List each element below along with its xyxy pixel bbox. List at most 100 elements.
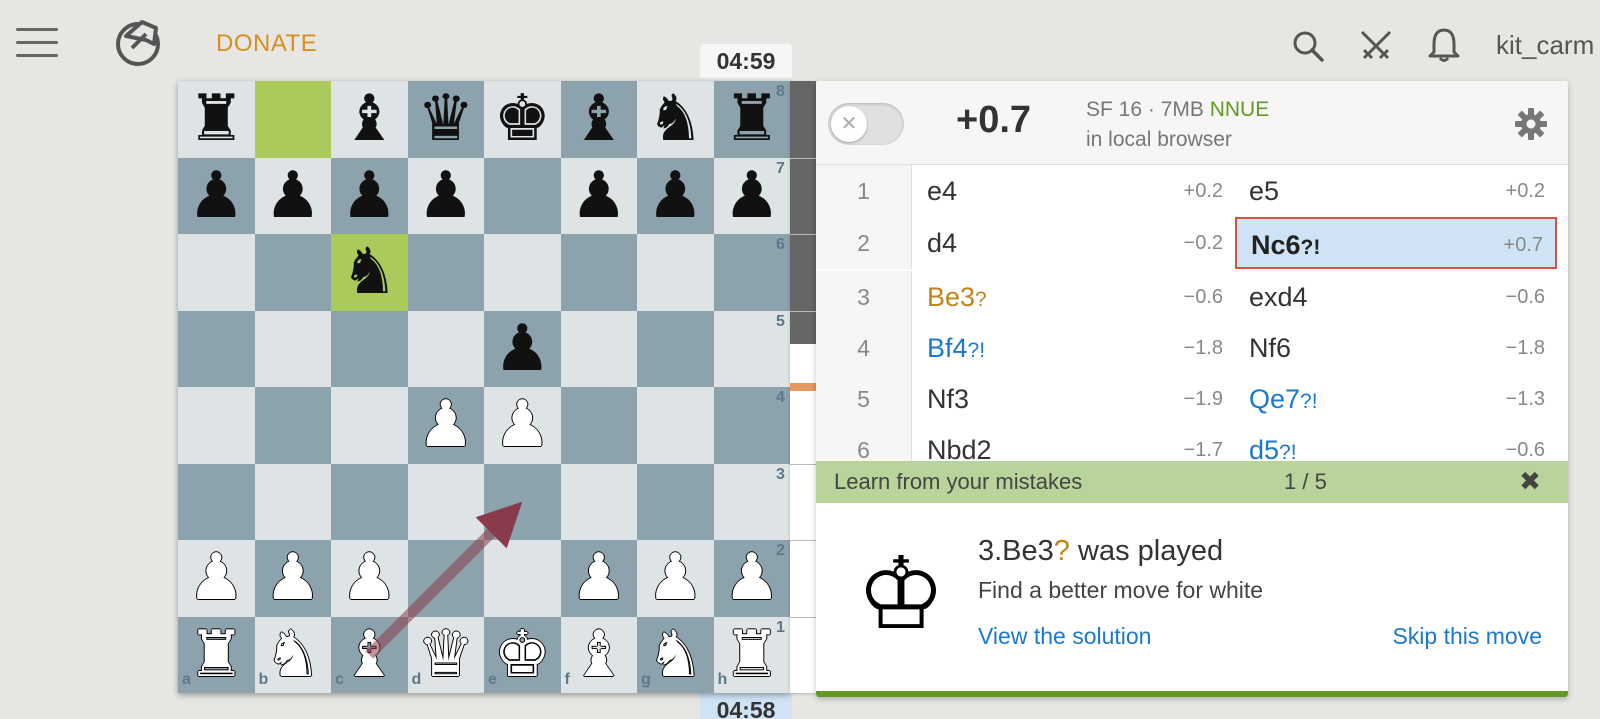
square-c4[interactable]	[331, 387, 408, 464]
view-solution-link[interactable]: View the solution	[978, 623, 1151, 650]
square-a5[interactable]	[178, 310, 255, 387]
square-b5[interactable]	[254, 310, 331, 387]
square-e2[interactable]	[484, 540, 561, 617]
black-move[interactable]: exd4 −0.6	[1235, 271, 1557, 323]
black-move[interactable]: e5 +0.2	[1235, 165, 1557, 217]
square-b4[interactable]	[254, 387, 331, 464]
square-b8[interactable]	[254, 81, 331, 158]
played-move-text: 3.Be3? was played	[978, 535, 1223, 568]
search-icon[interactable]	[1290, 28, 1326, 64]
white-pawn-icon[interactable]: ♟	[408, 387, 485, 464]
black-rook-icon[interactable]: ♜	[714, 81, 791, 158]
engine-nnue: NNUE	[1209, 98, 1270, 121]
rank-label: 3	[776, 465, 785, 483]
square-f3[interactable]	[560, 463, 637, 540]
white-pawn-icon[interactable]: ♟	[255, 540, 332, 617]
square-g4[interactable]	[637, 387, 714, 464]
learn-prompt: Find a better move for white	[978, 577, 1264, 603]
square-f5[interactable]	[560, 310, 637, 387]
bell-icon[interactable]	[1426, 26, 1462, 64]
move-row: 4 Bf4?! −1.8 Nf6 −1.8	[816, 322, 1568, 374]
square-e3[interactable]	[484, 463, 561, 540]
black-move[interactable]: Nc6?! +0.7	[1235, 217, 1557, 269]
engine-name: SF 16 · 7MB	[1086, 98, 1204, 121]
white-knight-icon[interactable]: ♞	[637, 617, 714, 694]
white-pawn-icon[interactable]: ♟	[484, 387, 561, 464]
square-c5[interactable]	[331, 310, 408, 387]
square-g5[interactable]	[637, 310, 714, 387]
white-pawn-icon[interactable]: ♟	[637, 540, 714, 617]
square-a6[interactable]	[178, 234, 255, 311]
white-move[interactable]: Nf3 −1.9	[913, 373, 1235, 425]
white-knight-icon[interactable]: ♞	[255, 617, 332, 694]
black-queen-icon[interactable]: ♛	[408, 81, 485, 158]
white-queen-icon[interactable]: ♛	[408, 617, 485, 694]
black-pawn-icon[interactable]: ♟	[178, 158, 255, 235]
black-pawn-icon[interactable]: ♟	[331, 158, 408, 235]
black-pawn-icon[interactable]: ♟	[637, 158, 714, 235]
white-rook-icon[interactable]: ♜	[714, 617, 791, 694]
white-move[interactable]: Be3? −0.6	[913, 271, 1235, 323]
black-king-icon[interactable]: ♚	[484, 81, 561, 158]
square-b3[interactable]	[254, 463, 331, 540]
black-pawn-icon[interactable]: ♟	[484, 311, 561, 388]
move-eval: −1.8	[1183, 337, 1223, 359]
move-glyph: ?!	[1300, 390, 1318, 413]
black-pawn-icon[interactable]: ♟	[561, 158, 638, 235]
move-glyph: ?	[975, 288, 987, 311]
square-d6[interactable]	[407, 234, 484, 311]
move-san: Bf4?!	[927, 333, 986, 363]
square-f4[interactable]	[560, 387, 637, 464]
gauge-tick	[790, 310, 816, 312]
square-c3[interactable]	[331, 463, 408, 540]
move-row: 2 d4 −0.2 Nc6?! +0.7	[816, 217, 1568, 269]
white-rook-icon[interactable]: ♜	[178, 617, 255, 694]
white-pawn-icon[interactable]: ♟	[561, 540, 638, 617]
square-f6[interactable]	[560, 234, 637, 311]
white-move[interactable]: d4 −0.2	[913, 217, 1235, 269]
square-d2[interactable]	[407, 540, 484, 617]
square-e6[interactable]	[484, 234, 561, 311]
black-pawn-icon[interactable]: ♟	[255, 158, 332, 235]
white-move[interactable]: Bf4?! −1.8	[913, 322, 1235, 374]
skip-move-link[interactable]: Skip this move	[1392, 623, 1542, 650]
lichess-logo-icon[interactable]	[112, 14, 168, 70]
square-d5[interactable]	[407, 310, 484, 387]
move-san: Nf6	[1249, 333, 1292, 363]
gear-icon[interactable]	[1514, 107, 1548, 141]
square-d3[interactable]	[407, 463, 484, 540]
black-pawn-icon[interactable]: ♟	[408, 158, 485, 235]
white-pawn-icon[interactable]: ♟	[178, 540, 255, 617]
white-pawn-icon[interactable]: ♟	[331, 540, 408, 617]
close-icon[interactable]: ✖	[1516, 467, 1544, 495]
white-king-icon[interactable]: ♚	[484, 617, 561, 694]
white-move[interactable]: e4 +0.2	[913, 165, 1235, 217]
black-rook-icon[interactable]: ♜	[178, 81, 255, 158]
black-bishop-icon[interactable]: ♝	[331, 81, 408, 158]
square-e7[interactable]	[484, 157, 561, 234]
black-move[interactable]: Qe7?! −1.3	[1235, 373, 1557, 425]
black-bishop-icon[interactable]: ♝	[561, 81, 638, 158]
square-a3[interactable]	[178, 463, 255, 540]
white-bishop-icon[interactable]: ♝	[331, 617, 408, 694]
gauge-tick	[790, 616, 816, 618]
black-knight-icon[interactable]: ♞	[637, 81, 714, 158]
white-bishop-icon[interactable]: ♝	[561, 617, 638, 694]
chessboard[interactable]: 8 7 6 5 4 3 2 1 a b c d e f g h ♜ ♝ ♛ ♚ ♝ ♞ ♜ ♟ ♟ ♟ ♟ ♟ ♟ ♟ ♞ ♟ ♟ ♟ ♟ ♟ ♟ ♟ ♟ ♟…	[178, 81, 790, 693]
move-eval: −0.6	[1183, 286, 1223, 308]
square-g3[interactable]	[637, 463, 714, 540]
move-san: exd4	[1249, 282, 1308, 312]
engine-toggle[interactable]: ✕	[828, 103, 904, 145]
black-move[interactable]: Nf6 −1.8	[1235, 322, 1557, 374]
square-a4[interactable]	[178, 387, 255, 464]
black-knight-icon[interactable]: ♞	[331, 234, 408, 311]
board-squares[interactable]: 8 7 6 5 4 3 2 1 a b c d e f g h ♜ ♝ ♛ ♚ ♝ ♞ ♜ ♟ ♟ ♟ ♟ ♟ ♟ ♟ ♞ ♟ ♟ ♟ ♟ ♟ ♟ ♟ ♟ ♟…	[178, 81, 790, 693]
donate-link[interactable]: DONATE	[216, 30, 317, 58]
white-pawn-icon[interactable]: ♟	[714, 540, 791, 617]
square-g6[interactable]	[637, 234, 714, 311]
swords-icon[interactable]	[1358, 28, 1394, 64]
square-b6[interactable]	[254, 234, 331, 311]
black-pawn-icon[interactable]: ♟	[714, 158, 791, 235]
user-menu[interactable]: kit_carm	[1496, 30, 1594, 61]
menu-icon[interactable]	[16, 28, 58, 58]
